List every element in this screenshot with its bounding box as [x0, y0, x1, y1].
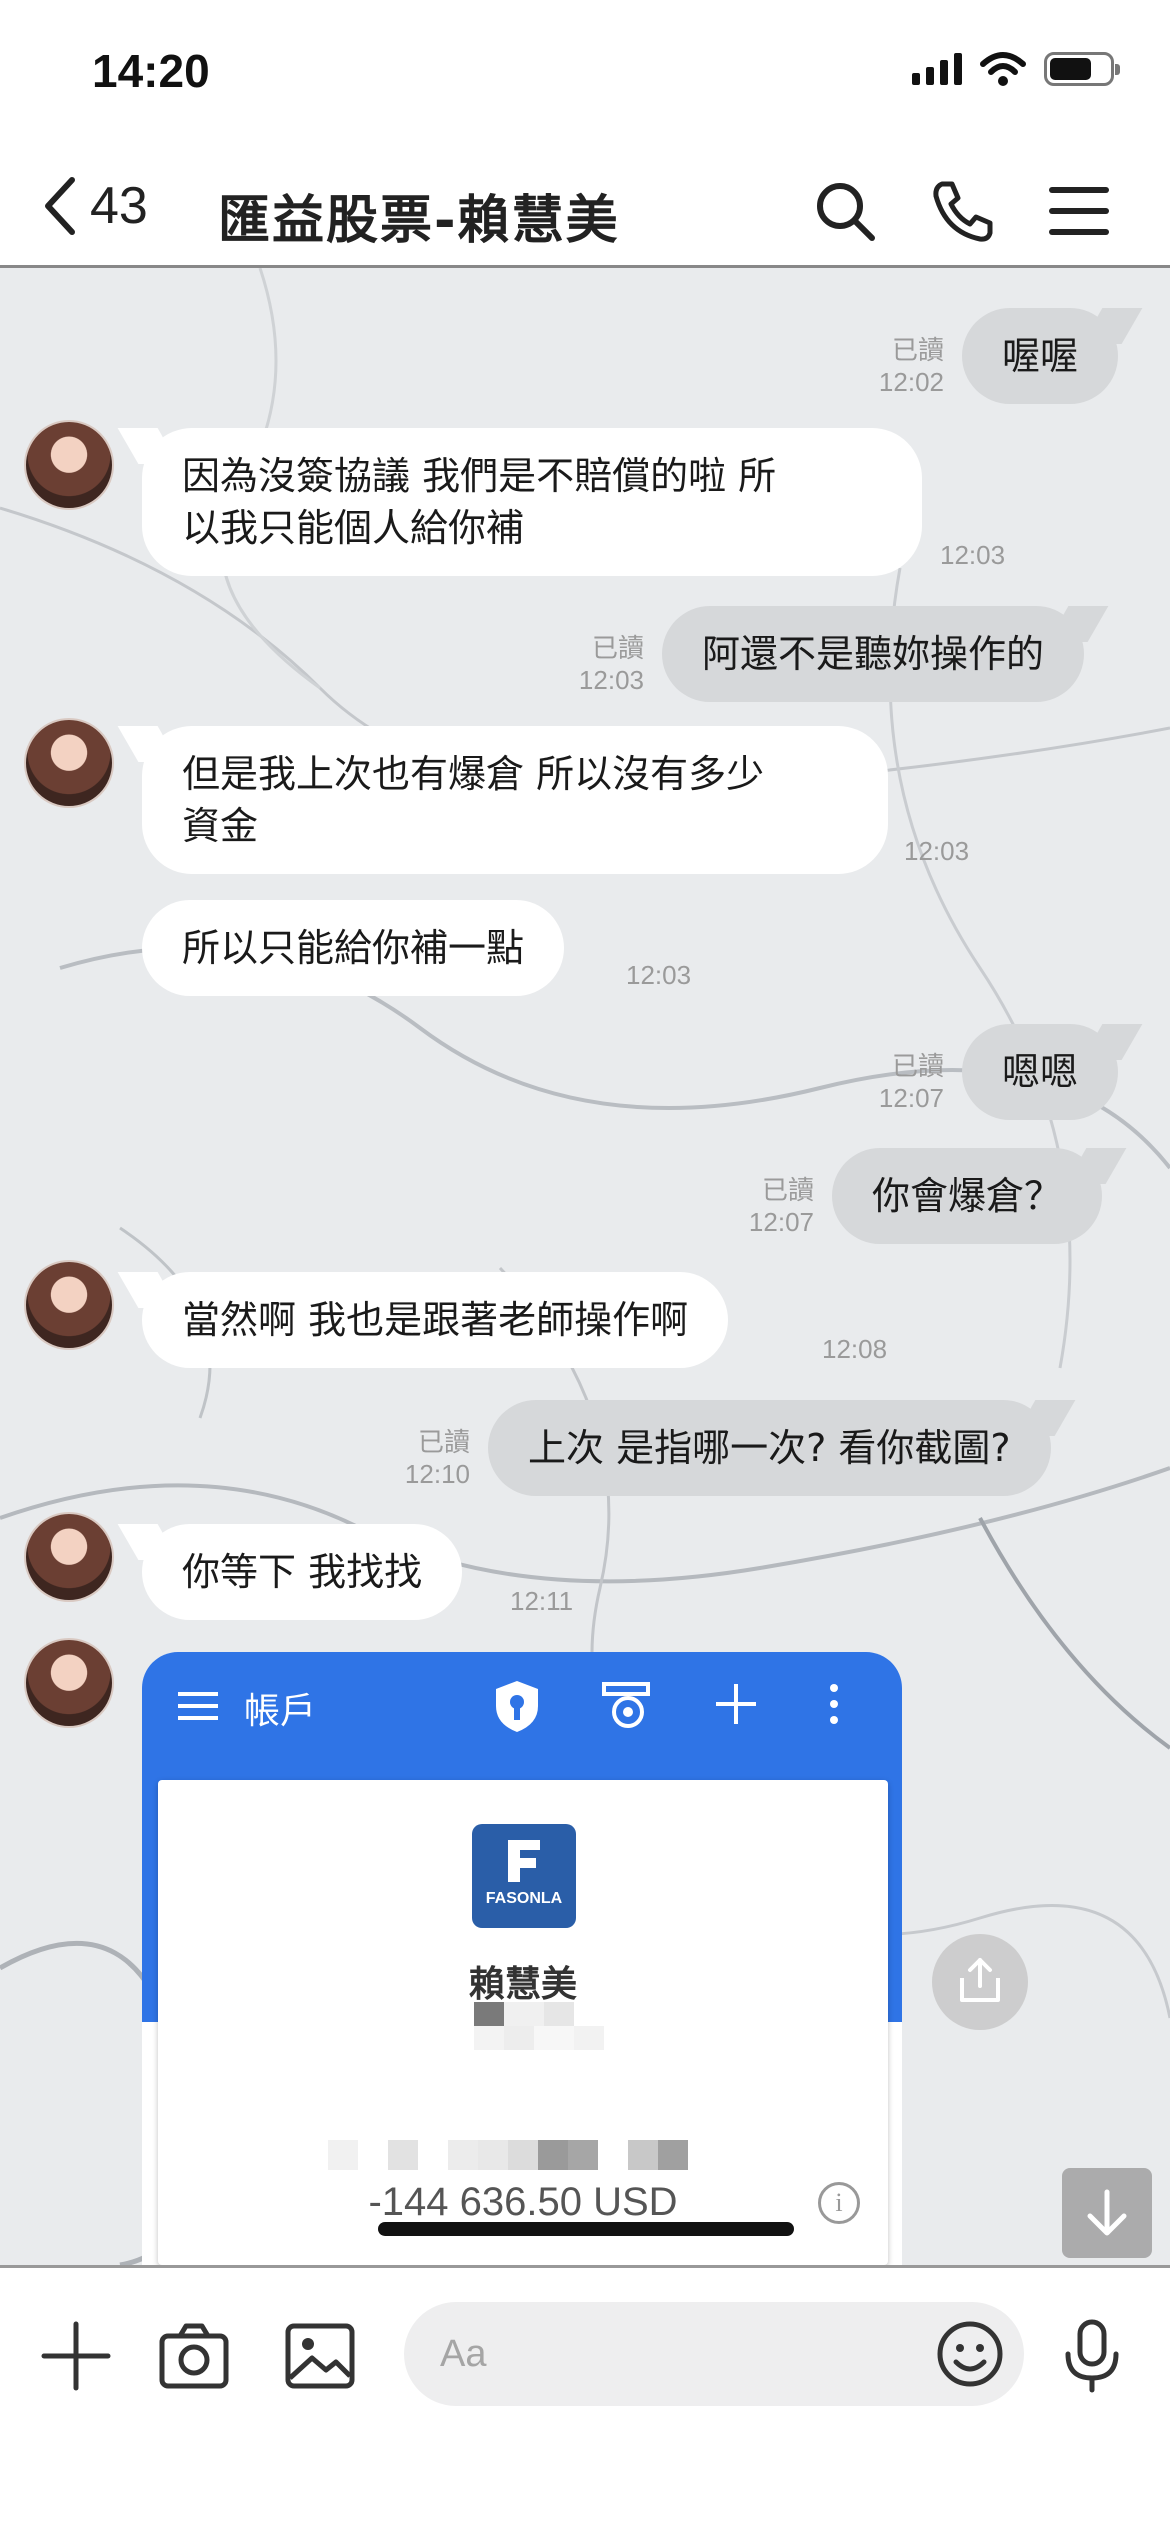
camera-icon[interactable]: [156, 2318, 232, 2394]
message-line: 但是我上次也有爆倉 所以沒有多少: [182, 752, 765, 796]
scroll-to-bottom-button[interactable]: [1062, 2168, 1152, 2258]
avatar[interactable]: [24, 420, 114, 510]
emoji-icon[interactable]: [934, 2318, 1006, 2390]
more-vertical-icon: [830, 1684, 838, 1724]
home-indicator[interactable]: [378, 2222, 794, 2236]
redacted-values: [328, 2140, 688, 2170]
battery-icon: [1044, 52, 1120, 86]
message-input-bar: [0, 2265, 1170, 2532]
info-icon: i: [818, 2182, 860, 2224]
read-receipt: 已讀 12:07: [878, 1051, 944, 1113]
signal-icon: [912, 53, 962, 85]
message-time: 12:11: [510, 1586, 574, 1616]
status-time: 14:20: [92, 45, 210, 97]
read-receipt: 已讀 12:02: [878, 335, 944, 397]
unread-count: 43: [90, 177, 148, 235]
message-bubble-incoming[interactable]: 所以只能給你補一點: [142, 900, 565, 996]
read-receipt: 已讀 12:07: [748, 1175, 814, 1237]
message-line: 以我只能個人給你補: [182, 506, 525, 550]
message-bubble-outgoing[interactable]: 你會爆倉？: [832, 1148, 1103, 1244]
chat-messages[interactable]: 已讀 12:02 喔喔 因為沒簽協議 我們是不賠償的啦 所 以我只能個人給你補 1…: [0, 268, 1170, 2265]
plus-icon[interactable]: [38, 2318, 114, 2394]
shield-key-icon: [496, 1681, 538, 1732]
message-bubble-outgoing[interactable]: 喔喔: [962, 308, 1119, 404]
arrow-down-icon: [1087, 2189, 1127, 2236]
card-app-bar: 帳戶: [142, 1652, 902, 1762]
back-button[interactable]: 43: [40, 174, 148, 238]
message-bubble-outgoing[interactable]: 阿還不是聽妳操作的: [662, 606, 1085, 702]
search-icon[interactable]: [810, 176, 880, 246]
broker-logo: FASONLA: [472, 1824, 576, 1928]
plus-icon: [716, 1684, 756, 1724]
message-bubble-outgoing[interactable]: 上次 是指哪一次? 看你截圖?: [488, 1400, 1051, 1496]
redacted-account-id: [474, 2026, 604, 2050]
card-title: 帳戶: [244, 1691, 317, 1732]
chat-header: 43 匯益股票-賴慧美: [0, 150, 1170, 268]
read-receipt: 已讀 12:10: [404, 1427, 470, 1489]
avatar[interactable]: [24, 1260, 114, 1350]
wifi-icon: [980, 52, 1026, 86]
settings-gear-icon: [602, 1682, 650, 1728]
shared-image-message[interactable]: 帳戶 FASONLA 賴慧美 -144 636.50 USD i: [142, 1652, 902, 2265]
chat-title: 匯益股票-賴慧美: [218, 191, 620, 251]
microphone-icon[interactable]: [1054, 2318, 1130, 2394]
avatar[interactable]: [24, 1512, 114, 1602]
message-bubble-incoming[interactable]: 因為沒簽協議 我們是不賠償的啦 所 以我只能個人給你補: [142, 428, 922, 576]
phone-icon[interactable]: [928, 176, 998, 246]
message-bubble-incoming[interactable]: 你等下 我找找: [142, 1524, 463, 1620]
image-icon[interactable]: [282, 2318, 358, 2394]
message-line: 因為沒簽協議 我們是不賠償的啦 所: [182, 454, 777, 498]
avatar[interactable]: [24, 1638, 114, 1728]
account-holder-name: 賴慧美: [468, 1964, 577, 2005]
status-icons: [912, 52, 1120, 86]
account-balance: -144 636.50 USD: [368, 2180, 678, 2224]
menu-icon[interactable]: [1044, 176, 1114, 246]
message-time: 12:03: [904, 836, 970, 866]
share-button[interactable]: [932, 1934, 1028, 2030]
avatar[interactable]: [24, 718, 114, 808]
message-input[interactable]: [404, 2302, 1024, 2406]
chevron-left-icon: [45, 177, 75, 235]
message-bubble-incoming[interactable]: 當然啊 我也是跟著老師操作啊: [142, 1272, 729, 1368]
redacted-account-id: [474, 2002, 574, 2026]
message-time: 12:03: [940, 540, 1006, 570]
read-receipt: 已讀 12:03: [578, 633, 644, 695]
message-time: 12:03: [626, 960, 692, 990]
message-bubble-outgoing[interactable]: 嗯嗯: [962, 1024, 1119, 1120]
status-bar: 14:20: [0, 0, 1170, 150]
message-bubble-incoming[interactable]: 但是我上次也有爆倉 所以沒有多少 資金: [142, 726, 888, 874]
message-time: 12:08: [822, 1334, 888, 1364]
message-line: 資金: [182, 804, 259, 848]
account-panel: FASONLA 賴慧美 -144 636.50 USD i: [158, 1780, 888, 2265]
hamburger-icon: [178, 1692, 218, 1720]
share-icon: [960, 1958, 1000, 2002]
